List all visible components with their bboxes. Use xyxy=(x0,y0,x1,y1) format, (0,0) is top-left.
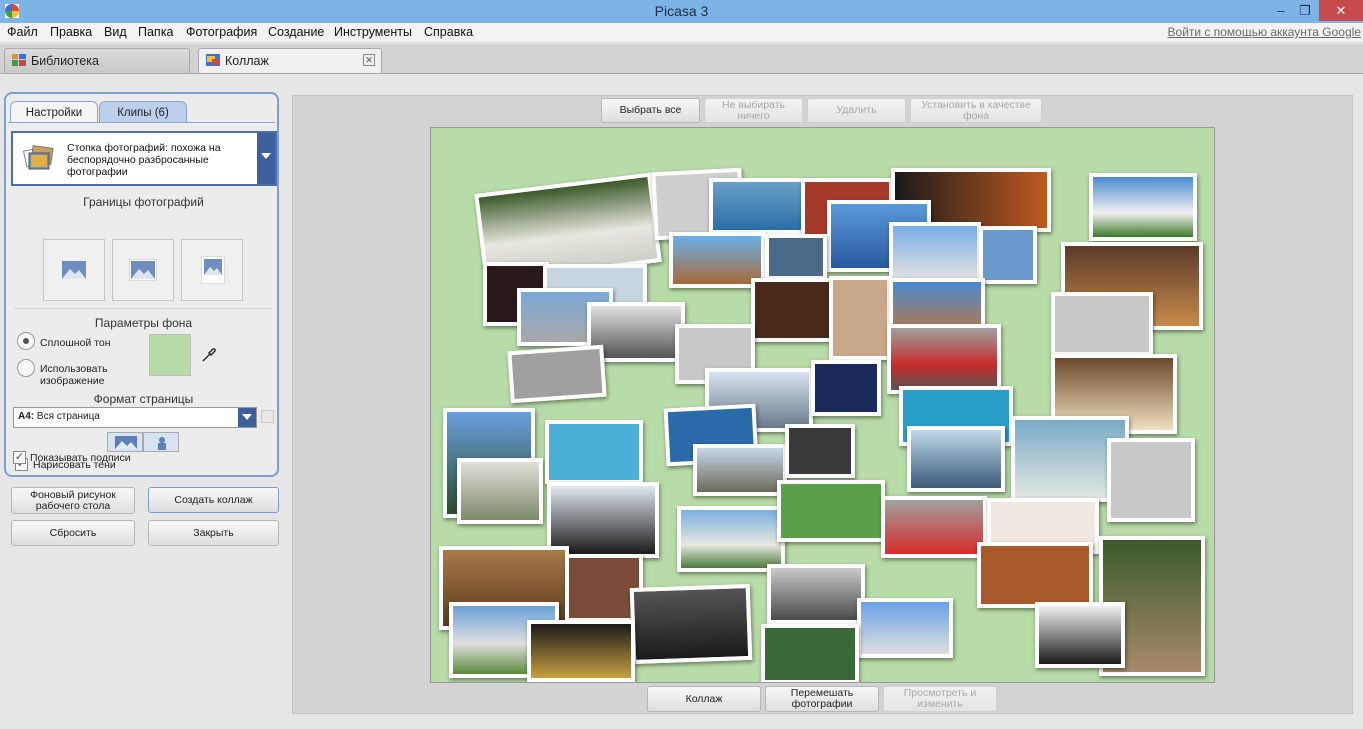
tab-library[interactable]: Библиотека xyxy=(4,48,190,73)
polaroid-thumb-icon xyxy=(201,256,225,284)
menu-folder[interactable]: Папка xyxy=(138,25,173,39)
collage-photo[interactable] xyxy=(979,226,1037,284)
collage-photo[interactable] xyxy=(457,458,543,524)
tab-collage[interactable]: Коллаж ✕ xyxy=(198,48,382,73)
select-all-button[interactable]: Выбрать все xyxy=(601,98,700,123)
delete-button[interactable]: Удалить xyxy=(807,98,906,123)
borders-title: Границы фотографий xyxy=(83,195,204,209)
window-title: Picasa 3 xyxy=(654,3,709,19)
collage-photo[interactable] xyxy=(1035,602,1125,668)
portrait-orientation-button[interactable] xyxy=(143,432,179,452)
collage-photo[interactable] xyxy=(527,620,635,682)
collage-photo[interactable] xyxy=(761,624,859,682)
collage-photo[interactable] xyxy=(693,444,787,496)
collage-photo[interactable] xyxy=(889,278,985,330)
collage-photo[interactable] xyxy=(907,426,1005,492)
shuffle-photos-button[interactable]: Перемешать фотографии xyxy=(765,686,879,712)
use-image-radio[interactable] xyxy=(17,359,35,377)
title-bar: Picasa 3 – ❐ ✕ xyxy=(0,0,1363,23)
create-collage-button[interactable]: Создать коллаж xyxy=(148,487,279,513)
solid-color-label: Сплошной тон xyxy=(40,337,111,349)
border-option-none[interactable] xyxy=(43,239,105,301)
collage-canvas[interactable] xyxy=(430,127,1215,683)
eyedropper-icon[interactable] xyxy=(201,347,217,363)
tab-collage-label: Коллаж xyxy=(225,54,269,68)
menu-photo[interactable]: Фотография xyxy=(186,25,257,39)
landscape-icon xyxy=(115,436,137,449)
collage-photo[interactable] xyxy=(881,496,987,558)
landscape-orientation-button[interactable] xyxy=(107,432,143,452)
select-none-button[interactable]: Не выбирать ничего xyxy=(704,98,803,123)
desktop-wallpaper-button[interactable]: Фоновый рисунок рабочего стола xyxy=(11,487,135,514)
collage-photo[interactable] xyxy=(765,234,827,280)
border-option-polaroid[interactable] xyxy=(181,239,243,301)
collage-style-text: Стопка фотографий: похожа на беспорядочн… xyxy=(67,142,221,178)
collage-photo[interactable] xyxy=(887,324,1001,394)
google-signin-link[interactable]: Войти с помощью аккаунта Google xyxy=(1168,25,1361,39)
menu-help[interactable]: Справка xyxy=(424,25,473,39)
settings-body: Стопка фотографий: похожа на беспорядочн… xyxy=(8,122,277,474)
collage-photo[interactable] xyxy=(977,542,1093,608)
close-tab-icon[interactable]: ✕ xyxy=(363,54,375,66)
page-format-dropdown[interactable]: A4: Вся страница xyxy=(13,407,257,428)
divider xyxy=(14,308,272,309)
collage-photo[interactable] xyxy=(829,276,891,360)
collage-photo[interactable] xyxy=(507,344,607,404)
custom-format-button[interactable] xyxy=(261,410,274,423)
background-color-swatch[interactable] xyxy=(149,334,191,376)
photo-pile-icon xyxy=(23,145,54,170)
collage-photo[interactable] xyxy=(545,420,643,484)
tab-clips[interactable]: Клипы (6) xyxy=(99,101,187,123)
show-captions-label: Показывать подписи xyxy=(30,452,131,464)
collage-button[interactable]: Коллаж xyxy=(647,686,761,712)
restore-button[interactable]: ❐ xyxy=(1291,0,1319,21)
collage-settings-panel: Настройки Клипы (6) Стопка фотографий: п… xyxy=(4,92,279,477)
landscape-thumb-icon xyxy=(62,261,86,279)
menu-view[interactable]: Вид xyxy=(104,25,127,39)
close-button[interactable]: Закрыть xyxy=(148,520,279,546)
person-icon xyxy=(158,437,166,450)
collage-photo[interactable] xyxy=(857,598,953,658)
reset-button[interactable]: Сбросить xyxy=(11,520,135,546)
page-format-prefix: A4: xyxy=(18,411,35,422)
tab-settings[interactable]: Настройки xyxy=(10,101,98,123)
collage-photo[interactable] xyxy=(767,564,865,624)
library-icon xyxy=(12,54,26,66)
tab-library-label: Библиотека xyxy=(31,54,99,68)
view-edit-button[interactable]: Просмотреть и изменить xyxy=(883,686,997,712)
collage-photo[interactable] xyxy=(777,480,885,542)
collage-photo[interactable] xyxy=(1051,292,1153,356)
collage-photo[interactable] xyxy=(785,424,855,478)
page-format-title: Формат страницы xyxy=(93,392,194,406)
use-image-label: Использовать изображение xyxy=(40,363,108,387)
show-captions-checkbox[interactable]: ✓ xyxy=(13,451,26,464)
document-tabs: Библиотека Коллаж ✕ xyxy=(0,44,1363,74)
menu-create[interactable]: Создание xyxy=(268,25,324,39)
set-background-button[interactable]: Установить в качестве фона xyxy=(910,98,1042,123)
menu-file[interactable]: Файл xyxy=(7,25,38,39)
landscape-thumb-icon xyxy=(129,259,157,281)
close-window-button[interactable]: ✕ xyxy=(1319,0,1363,21)
collage-photo[interactable] xyxy=(1107,438,1195,522)
border-option-thin[interactable] xyxy=(112,239,174,301)
collage-photo[interactable] xyxy=(629,583,753,665)
collage-photo[interactable] xyxy=(811,360,881,416)
menu-edit[interactable]: Правка xyxy=(50,25,92,39)
collage-photo[interactable] xyxy=(1089,173,1197,241)
chevron-down-icon[interactable] xyxy=(257,133,275,184)
collage-photo[interactable] xyxy=(709,178,805,234)
background-title: Параметры фона xyxy=(94,316,193,330)
collage-photo[interactable] xyxy=(889,222,981,282)
chevron-down-icon[interactable] xyxy=(238,408,256,427)
collage-photo[interactable] xyxy=(677,506,785,572)
page-format-value: Вся страница xyxy=(36,411,100,422)
collage-icon xyxy=(206,54,220,66)
menu-tools[interactable]: Инструменты xyxy=(334,25,412,39)
solid-color-radio[interactable] xyxy=(17,332,35,350)
menu-bar: Файл Правка Вид Папка Фотография Создани… xyxy=(0,23,1363,43)
collage-style-dropdown[interactable]: Стопка фотографий: похожа на беспорядочн… xyxy=(11,131,277,186)
